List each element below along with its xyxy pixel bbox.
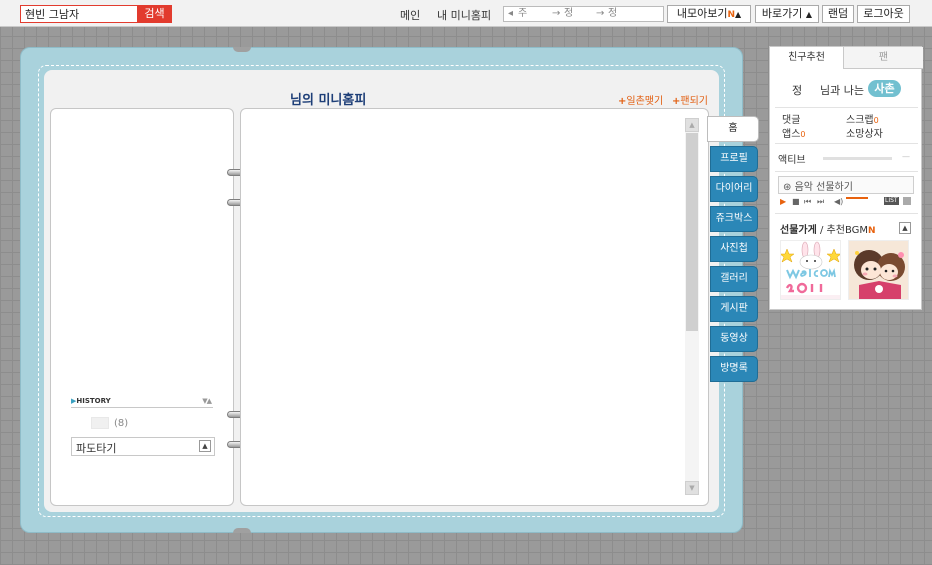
gift-shop-header: 선물가게 / 추천BGMN <box>780 225 876 236</box>
tab-gallery[interactable]: 갤러리 <box>710 266 758 292</box>
content-page: ▲ ▼ <box>240 108 709 506</box>
relation-text: 님과 나는 <box>820 84 864 97</box>
tab-profile[interactable]: 프로필 <box>710 146 758 172</box>
triangle-up-icon: ▲ <box>735 10 742 19</box>
tab-board[interactable]: 게시판 <box>710 296 758 322</box>
my-view-label: 내모아보기 <box>676 7 728 20</box>
music-player: ▶ ■ ⏮ ⏭ ◀) LIST <box>780 197 915 207</box>
friend-nav-select[interactable]: ◂ 주 → 정 → 정 <box>503 6 664 22</box>
tab-fan[interactable]: 팬 <box>844 47 923 69</box>
my-view-button[interactable]: 내모아보기N▲ <box>667 5 751 23</box>
play-icon[interactable]: ▶ <box>780 197 786 206</box>
page-title: 님의 미니홈피 <box>290 93 367 108</box>
scroll-down-icon[interactable]: ▼ <box>685 481 699 495</box>
history-toggle-icon[interactable]: ▼▲ <box>202 397 212 405</box>
search-button[interactable]: 검색 <box>137 5 172 23</box>
popup-icon[interactable] <box>903 197 911 205</box>
become-fan-link[interactable]: +팬되기 <box>672 92 708 107</box>
relation-badge: 사촌 <box>868 80 901 97</box>
bunny-welcome-illustration <box>781 241 840 299</box>
active-level-bar <box>823 157 892 160</box>
arrow-right-icon: → <box>552 8 561 19</box>
scroll-thumb[interactable] <box>686 133 698 331</box>
history-count: (8) <box>114 418 129 429</box>
prev-track-icon[interactable]: ⏮ <box>804 197 811 207</box>
scroll-up-icon[interactable]: ▲ <box>685 118 699 132</box>
cartoon-couple-image[interactable] <box>848 240 909 300</box>
ilchon-label: 일촌맺기 <box>626 96 664 107</box>
ilchon-link[interactable]: +일촌맺기 <box>618 92 663 107</box>
main-link[interactable]: 메인 <box>400 7 420 23</box>
new-badge: N <box>868 226 876 236</box>
history-item[interactable] <box>91 417 109 429</box>
side-widget: 친구추천 팬 정 님과 나는 사촌 댓글 스크랩0 앱스0 소망상자 액티브 —… <box>769 46 923 310</box>
nav-item-1: 주 <box>518 8 528 19</box>
expand-up-icon[interactable]: ▲ <box>199 440 211 452</box>
binder-notch <box>233 47 251 52</box>
stat-apps-label: 앱스 <box>782 129 801 140</box>
random-button[interactable]: 랜덤 <box>822 5 854 23</box>
nav-item-2: 정 <box>564 8 574 19</box>
new-badge: N <box>727 10 735 20</box>
volume-icon[interactable]: ◀) <box>834 197 843 206</box>
bunny-welcome-2011-image[interactable] <box>780 240 841 300</box>
history-header: ▶HISTORY ▼▲ <box>71 397 213 408</box>
tab-guestbook[interactable]: 방명록 <box>710 356 758 382</box>
music-gift-button[interactable]: ⊛ 음악 선물하기 <box>778 176 914 194</box>
collapse-up-icon[interactable]: ▲ <box>899 222 911 234</box>
active-level-value: — <box>902 152 910 161</box>
arrow-right-icon: → <box>596 8 605 19</box>
fan-label: 팬되기 <box>680 96 708 107</box>
stat-apps-count: 0 <box>800 130 806 139</box>
divider <box>775 213 918 214</box>
tab-jukebox[interactable]: 쥬크박스 <box>710 206 758 232</box>
shortcut-label: 바로가기 <box>761 7 803 20</box>
relation-name: 정 <box>792 84 803 97</box>
history-label: HISTORY <box>76 397 111 405</box>
divider <box>775 171 918 172</box>
stat-apps[interactable]: 앱스0 <box>782 125 806 140</box>
relation-row: 정 님과 나는 사촌 <box>770 80 923 98</box>
top-bar: 검색 메인 내 미니홈피 ◂ 주 → 정 → 정 내모아보기N▲ 바로가기 ▲ … <box>0 0 932 27</box>
tab-photo-album[interactable]: 사진첩 <box>710 236 758 262</box>
stop-icon[interactable]: ■ <box>792 197 800 206</box>
search-input[interactable] <box>20 5 138 23</box>
music-gift-label: 음악 선물하기 <box>794 182 853 193</box>
tab-home[interactable]: 홈 <box>707 116 759 142</box>
minihompy-binder: 님의 미니홈피 +일촌맺기 +팬되기 ▶HISTORY ▼▲ (8) 파도타기 … <box>20 47 759 533</box>
tab-friend-recommend[interactable]: 친구추천 <box>770 47 844 69</box>
pado-select[interactable]: 파도타기 ▲ <box>71 437 215 456</box>
volume-slider[interactable] <box>846 197 868 199</box>
stat-wishbox[interactable]: 소망상자 <box>846 125 883 140</box>
next-track-icon[interactable]: ⏭ <box>817 197 824 207</box>
nav-prev-icon: ◂ <box>508 8 514 19</box>
nav-item-3: 정 <box>608 8 618 19</box>
gift-disc-icon: ⊛ <box>783 182 792 193</box>
triangle-up-icon: ▲ <box>805 10 813 19</box>
recommend-bgm-link[interactable]: 추천BGM <box>827 225 868 236</box>
tab-diary[interactable]: 다이어리 <box>710 176 758 202</box>
stat-comment[interactable]: 댓글 <box>782 111 800 126</box>
gift-shop-link[interactable]: 선물가게 <box>780 225 817 236</box>
my-minihompy-link[interactable]: 내 미니홈피 <box>437 7 491 23</box>
binder-notch <box>233 528 251 533</box>
divider <box>775 143 918 144</box>
stat-scrap-count: 0 <box>873 116 879 125</box>
pado-label: 파도타기 <box>76 442 117 455</box>
shortcut-button[interactable]: 바로가기 ▲ <box>755 5 819 23</box>
cartoon-couple-illustration <box>849 241 908 299</box>
stat-scrap[interactable]: 스크랩0 <box>846 111 879 126</box>
logout-button[interactable]: 로그아웃 <box>857 5 910 23</box>
content-scrollbar[interactable]: ▲ ▼ <box>685 118 699 495</box>
playlist-button[interactable]: LIST <box>884 197 899 205</box>
left-page: ▶HISTORY ▼▲ (8) 파도타기 ▲ <box>50 108 234 506</box>
divider <box>775 107 918 108</box>
tab-video[interactable]: 동영상 <box>710 326 758 352</box>
active-label: 액티브 <box>778 155 806 166</box>
